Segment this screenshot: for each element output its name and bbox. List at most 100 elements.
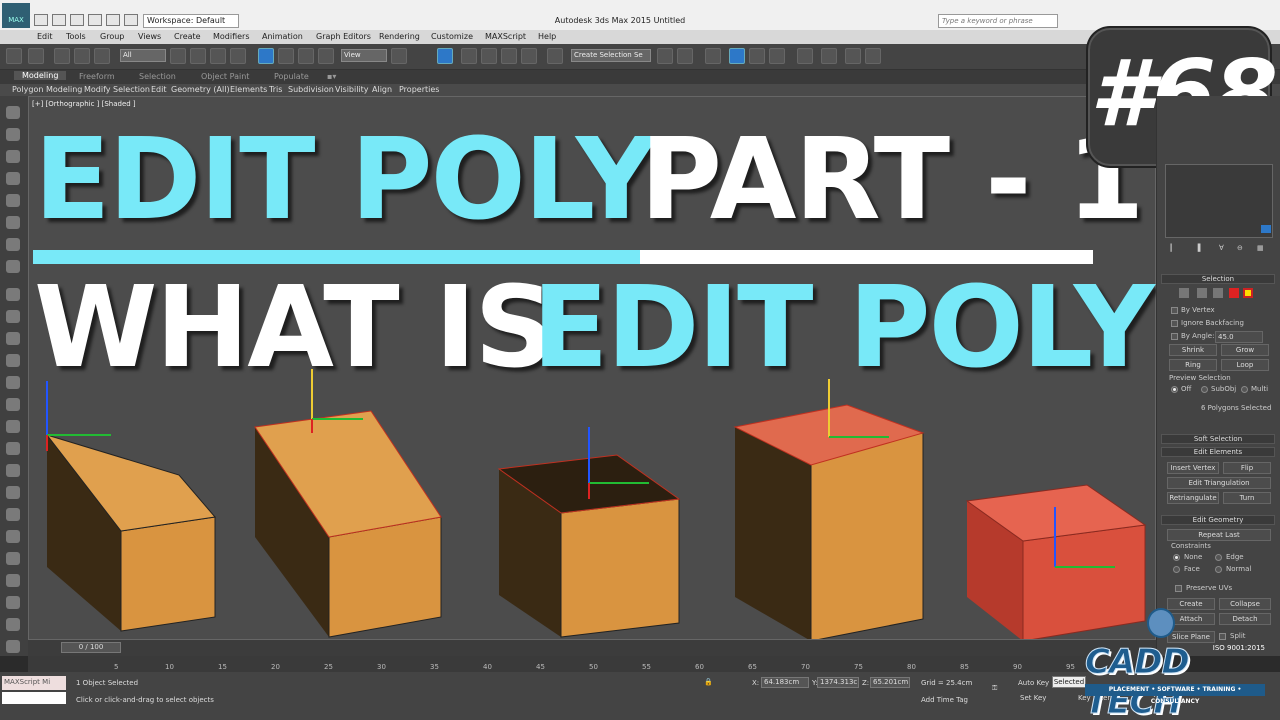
panel-modify-selection[interactable]: Modify Selection — [84, 85, 150, 94]
named-selection-set-dropdown[interactable]: Create Selection Se — [571, 49, 651, 62]
by-vertex-checkbox[interactable] — [1171, 307, 1178, 314]
menu-views[interactable]: Views — [138, 32, 161, 41]
auto-key-button[interactable]: Auto Key — [1018, 679, 1049, 687]
wedge-object-1[interactable] — [45, 381, 216, 632]
undo-button[interactable] — [6, 48, 22, 64]
open-box-object-3[interactable] — [497, 427, 681, 638]
tool-icon[interactable] — [6, 640, 20, 653]
tool-icon[interactable] — [6, 288, 20, 301]
preview-multi-radio[interactable] — [1241, 386, 1248, 393]
key-icon[interactable]: ⚿ — [992, 684, 997, 693]
menu-customize[interactable]: Customize — [431, 32, 473, 41]
retriangulate-button[interactable]: Retriangulate — [1167, 492, 1219, 504]
tool-icon[interactable] — [6, 442, 20, 455]
window-crossing-button[interactable] — [230, 48, 246, 64]
angle-value-field[interactable]: 45.0 — [1215, 331, 1263, 343]
box-object-4[interactable] — [733, 379, 925, 640]
panel-tris[interactable]: Tris — [269, 85, 282, 94]
constraint-edge-radio[interactable] — [1215, 554, 1222, 561]
tool-icon[interactable] — [6, 574, 20, 587]
select-and-rotate-button[interactable] — [278, 48, 294, 64]
tool-icon[interactable] — [6, 310, 20, 323]
panel-edit[interactable]: Edit — [151, 85, 167, 94]
ignore-backfacing-checkbox[interactable] — [1171, 320, 1178, 327]
tool-icon[interactable] — [6, 530, 20, 543]
tool-icon[interactable] — [6, 128, 20, 141]
tool-icon[interactable] — [6, 172, 20, 185]
menu-rendering[interactable]: Rendering — [379, 32, 420, 41]
max-app-icon[interactable]: MAX — [2, 3, 30, 28]
element-mode-icon[interactable] — [1243, 288, 1253, 298]
ring-button[interactable]: Ring — [1169, 359, 1217, 371]
repeat-last-button[interactable]: Repeat Last — [1167, 529, 1271, 541]
grow-button[interactable]: Grow — [1221, 344, 1269, 356]
tool-icon[interactable] — [6, 194, 20, 207]
menu-help[interactable]: Help — [538, 32, 556, 41]
tool-icon[interactable] — [6, 508, 20, 521]
stack-unique-icon[interactable]: ∀ — [1219, 244, 1224, 252]
render-production-button[interactable] — [865, 48, 881, 64]
ribbon-toggle-button[interactable] — [749, 48, 765, 64]
insert-vertex-button[interactable]: Insert Vertex — [1167, 462, 1219, 474]
tool-icon[interactable] — [6, 332, 20, 345]
search-input[interactable]: Type a keyword or phrase — [938, 14, 1058, 28]
save-file-icon[interactable] — [70, 14, 84, 26]
unlink-button[interactable] — [74, 48, 90, 64]
render-setup-button[interactable] — [821, 48, 837, 64]
layer-explorer-button[interactable] — [729, 48, 745, 64]
maxscript-input[interactable] — [2, 692, 66, 704]
vertex-mode-icon[interactable] — [1179, 288, 1189, 298]
add-time-tag[interactable]: Add Time Tag — [921, 696, 968, 704]
select-manipulate-button[interactable] — [437, 48, 453, 64]
tool-icon[interactable] — [6, 260, 20, 273]
tab-populate[interactable]: Populate — [274, 72, 309, 81]
select-and-move-button[interactable] — [258, 48, 274, 64]
x-coordinate-field[interactable]: 64.183cm — [761, 677, 809, 688]
panel-polygon-modeling[interactable]: Polygon Modeling — [12, 85, 82, 94]
mirror-button[interactable] — [657, 48, 673, 64]
select-and-scale-button[interactable] — [298, 48, 314, 64]
shrink-button[interactable]: Shrink — [1169, 344, 1217, 356]
loop-button[interactable]: Loop — [1221, 359, 1269, 371]
stack-remove-icon[interactable]: ⊖ — [1237, 244, 1243, 252]
menu-create[interactable]: Create — [174, 32, 201, 41]
tool-icon[interactable] — [6, 238, 20, 251]
redo-button[interactable] — [28, 48, 44, 64]
rendered-frame-window-button[interactable] — [845, 48, 861, 64]
modifier-stack[interactable] — [1165, 164, 1273, 238]
tool-icon[interactable] — [6, 354, 20, 367]
menu-edit[interactable]: Edit — [37, 32, 53, 41]
panel-align[interactable]: Align — [372, 85, 392, 94]
panel-geometry-all[interactable]: Geometry (All) — [171, 85, 230, 94]
track-bar[interactable]: 5 10 15 20 25 30 35 40 45 50 55 60 65 70… — [28, 656, 1156, 672]
z-coordinate-field[interactable]: 65.201cm — [870, 677, 910, 688]
bind-space-warp-button[interactable] — [94, 48, 110, 64]
menu-group[interactable]: Group — [100, 32, 124, 41]
tool-icon[interactable] — [6, 486, 20, 499]
material-editor-button[interactable] — [797, 48, 813, 64]
set-key-button[interactable]: Set Key — [1020, 694, 1046, 702]
undo-icon[interactable] — [88, 14, 102, 26]
selection-filter-dropdown[interactable]: All — [120, 49, 166, 62]
stack-show-end-icon[interactable]: ▐ — [1195, 244, 1200, 252]
tool-icon[interactable] — [6, 618, 20, 631]
panel-elements[interactable]: Elements — [230, 85, 267, 94]
tool-icon[interactable] — [6, 216, 20, 229]
tab-object-paint[interactable]: Object Paint — [201, 72, 249, 81]
slanted-box-object-2[interactable] — [254, 369, 442, 638]
border-mode-icon[interactable] — [1213, 288, 1223, 298]
select-by-name-button[interactable] — [190, 48, 206, 64]
panel-visibility[interactable]: Visibility — [335, 85, 369, 94]
modifier-stack-selection[interactable] — [1261, 225, 1271, 233]
preserve-uvs-checkbox[interactable] — [1175, 585, 1182, 592]
preview-subobj-radio[interactable] — [1201, 386, 1208, 393]
tool-icon[interactable] — [6, 596, 20, 609]
time-slider[interactable]: 0 / 100 — [61, 642, 121, 653]
by-angle-checkbox[interactable] — [1171, 333, 1178, 340]
menu-maxscript[interactable]: MAXScript — [485, 32, 526, 41]
tool-icon[interactable] — [6, 398, 20, 411]
panel-properties[interactable]: Properties — [399, 85, 439, 94]
constraint-face-radio[interactable] — [1173, 566, 1180, 573]
tab-selection[interactable]: Selection — [139, 72, 176, 81]
key-selection-dropdown[interactable]: Selected — [1052, 676, 1086, 688]
